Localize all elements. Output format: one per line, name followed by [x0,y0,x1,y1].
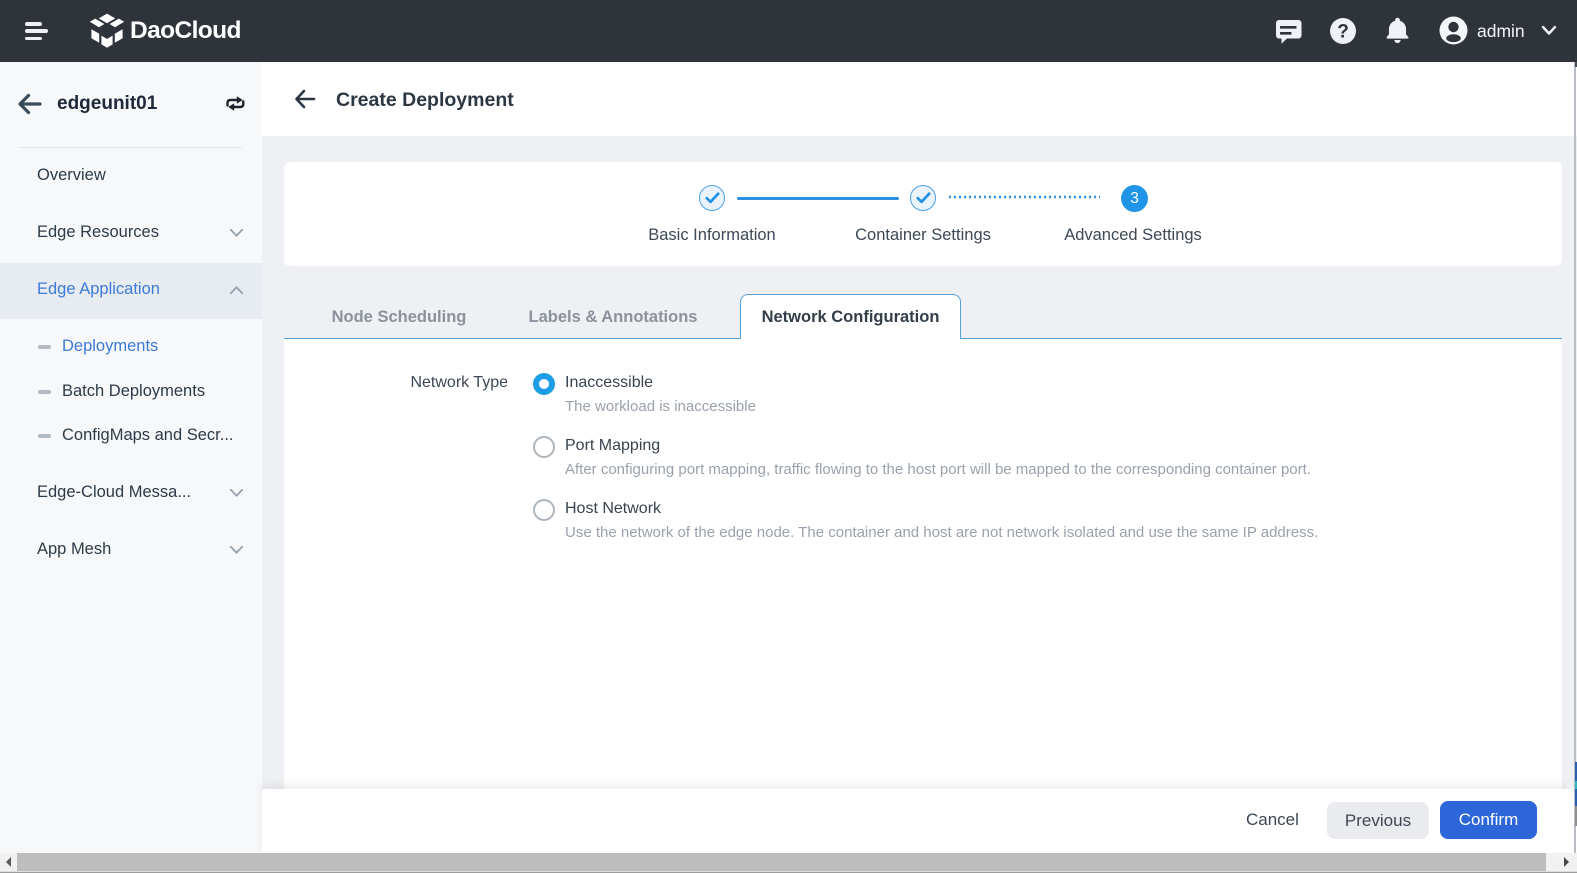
svg-text:?: ? [1337,22,1349,43]
